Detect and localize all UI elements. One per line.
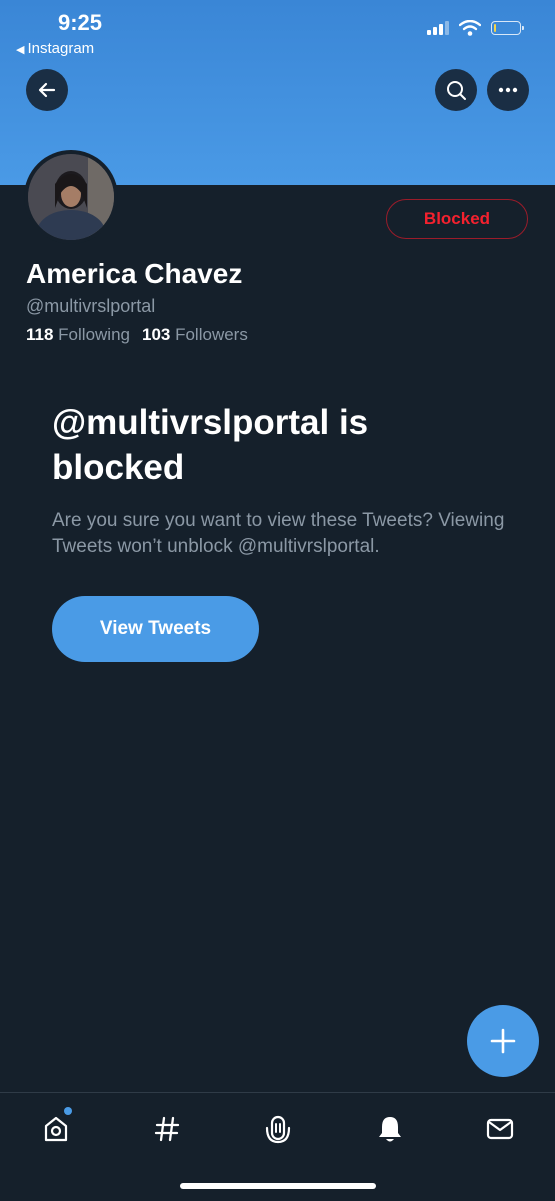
following-link[interactable]: 118 Following [26,325,130,344]
followers-label: Followers [175,325,248,344]
search-button[interactable] [435,69,477,111]
bell-icon [379,1117,401,1142]
avatar-image [28,154,114,240]
more-icon [498,87,518,93]
compose-button[interactable] [467,1005,539,1077]
back-app-label: Instagram [27,40,95,57]
search-icon [447,81,466,100]
tab-home[interactable] [38,1107,74,1147]
arrow-left-icon [38,82,56,98]
blocked-button[interactable]: Blocked [386,199,528,239]
notification-dot [64,1107,72,1115]
following-count: 118 [26,325,54,344]
view-tweets-button[interactable]: View Tweets [52,596,259,662]
hashtag-icon [154,1116,180,1142]
battery-level [494,24,496,32]
more-button[interactable] [487,69,529,111]
tab-notifications[interactable] [372,1111,408,1147]
battery-icon [491,21,524,35]
back-to-app[interactable]: ◀ Instagram [16,40,94,57]
home-indicator[interactable] [180,1183,376,1189]
back-button[interactable] [26,69,68,111]
home-icon [44,1116,68,1142]
tab-explore[interactable] [149,1111,185,1147]
following-label: Following [58,325,130,344]
blocked-description: Are you sure you want to view these Twee… [52,510,505,557]
avatar[interactable] [24,150,118,244]
tab-spaces[interactable] [260,1111,296,1147]
status-time: 9:25 [58,10,103,35]
display-name: America Chavez [26,258,243,289]
handle: @multivrslportal [26,296,156,316]
plus-icon [490,1028,516,1054]
followers-link[interactable]: 103 Followers [142,325,248,344]
followers-count: 103 [141,325,171,344]
wifi-icon [459,20,481,36]
tab-messages[interactable] [482,1111,518,1147]
mail-icon [486,1118,514,1140]
signal-icon [427,21,449,35]
back-triangle-icon: ◀ [16,44,25,56]
status-icons [427,20,524,36]
spaces-icon [265,1115,291,1144]
follow-stats: 118 Following 103 Followers [26,325,248,345]
blocked-title: @multivrslportal is blocked [52,403,369,487]
